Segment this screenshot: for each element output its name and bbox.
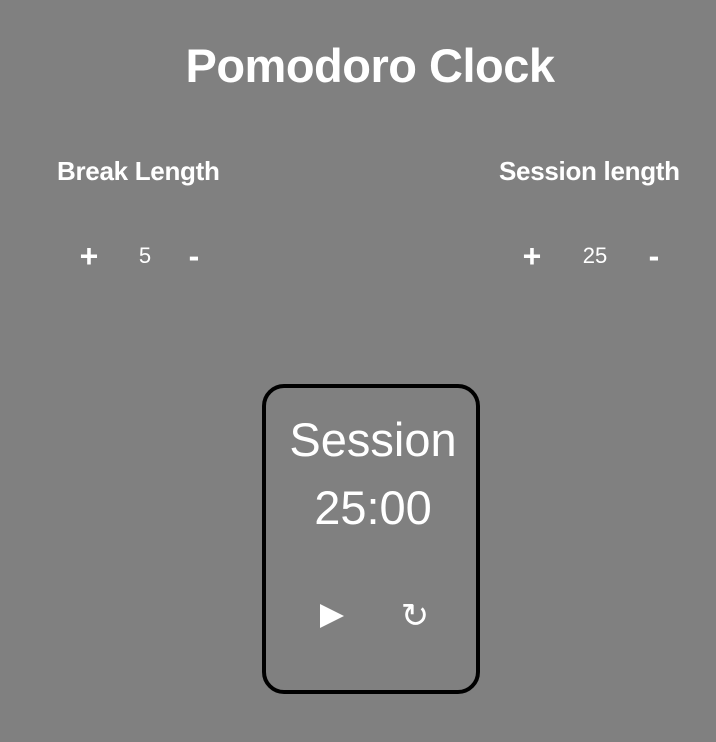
break-length-label: Break Length — [57, 156, 220, 186]
session-decrement-button[interactable]: - — [641, 236, 667, 276]
timer-display: 25:00 — [314, 481, 432, 534]
timer-card: Session 25:00 ↻ — [262, 384, 480, 694]
break-increment-button[interactable]: + — [74, 236, 104, 276]
page-title: Pomodoro Clock — [185, 39, 555, 92]
pomodoro-page: Pomodoro Clock Break Length Session leng… — [0, 0, 716, 742]
break-decrement-button[interactable]: - — [181, 236, 207, 276]
break-length-value: 5 — [138, 243, 152, 268]
play-icon — [320, 604, 344, 628]
session-length-label: Session length — [499, 156, 680, 186]
timer-label: Session — [289, 413, 457, 466]
reset-icon: ↻ — [400, 596, 430, 636]
reset-button[interactable]: ↻ — [395, 594, 435, 638]
play-button[interactable] — [312, 594, 352, 638]
session-length-value: 25 — [582, 243, 608, 268]
session-increment-button[interactable]: + — [517, 236, 547, 276]
